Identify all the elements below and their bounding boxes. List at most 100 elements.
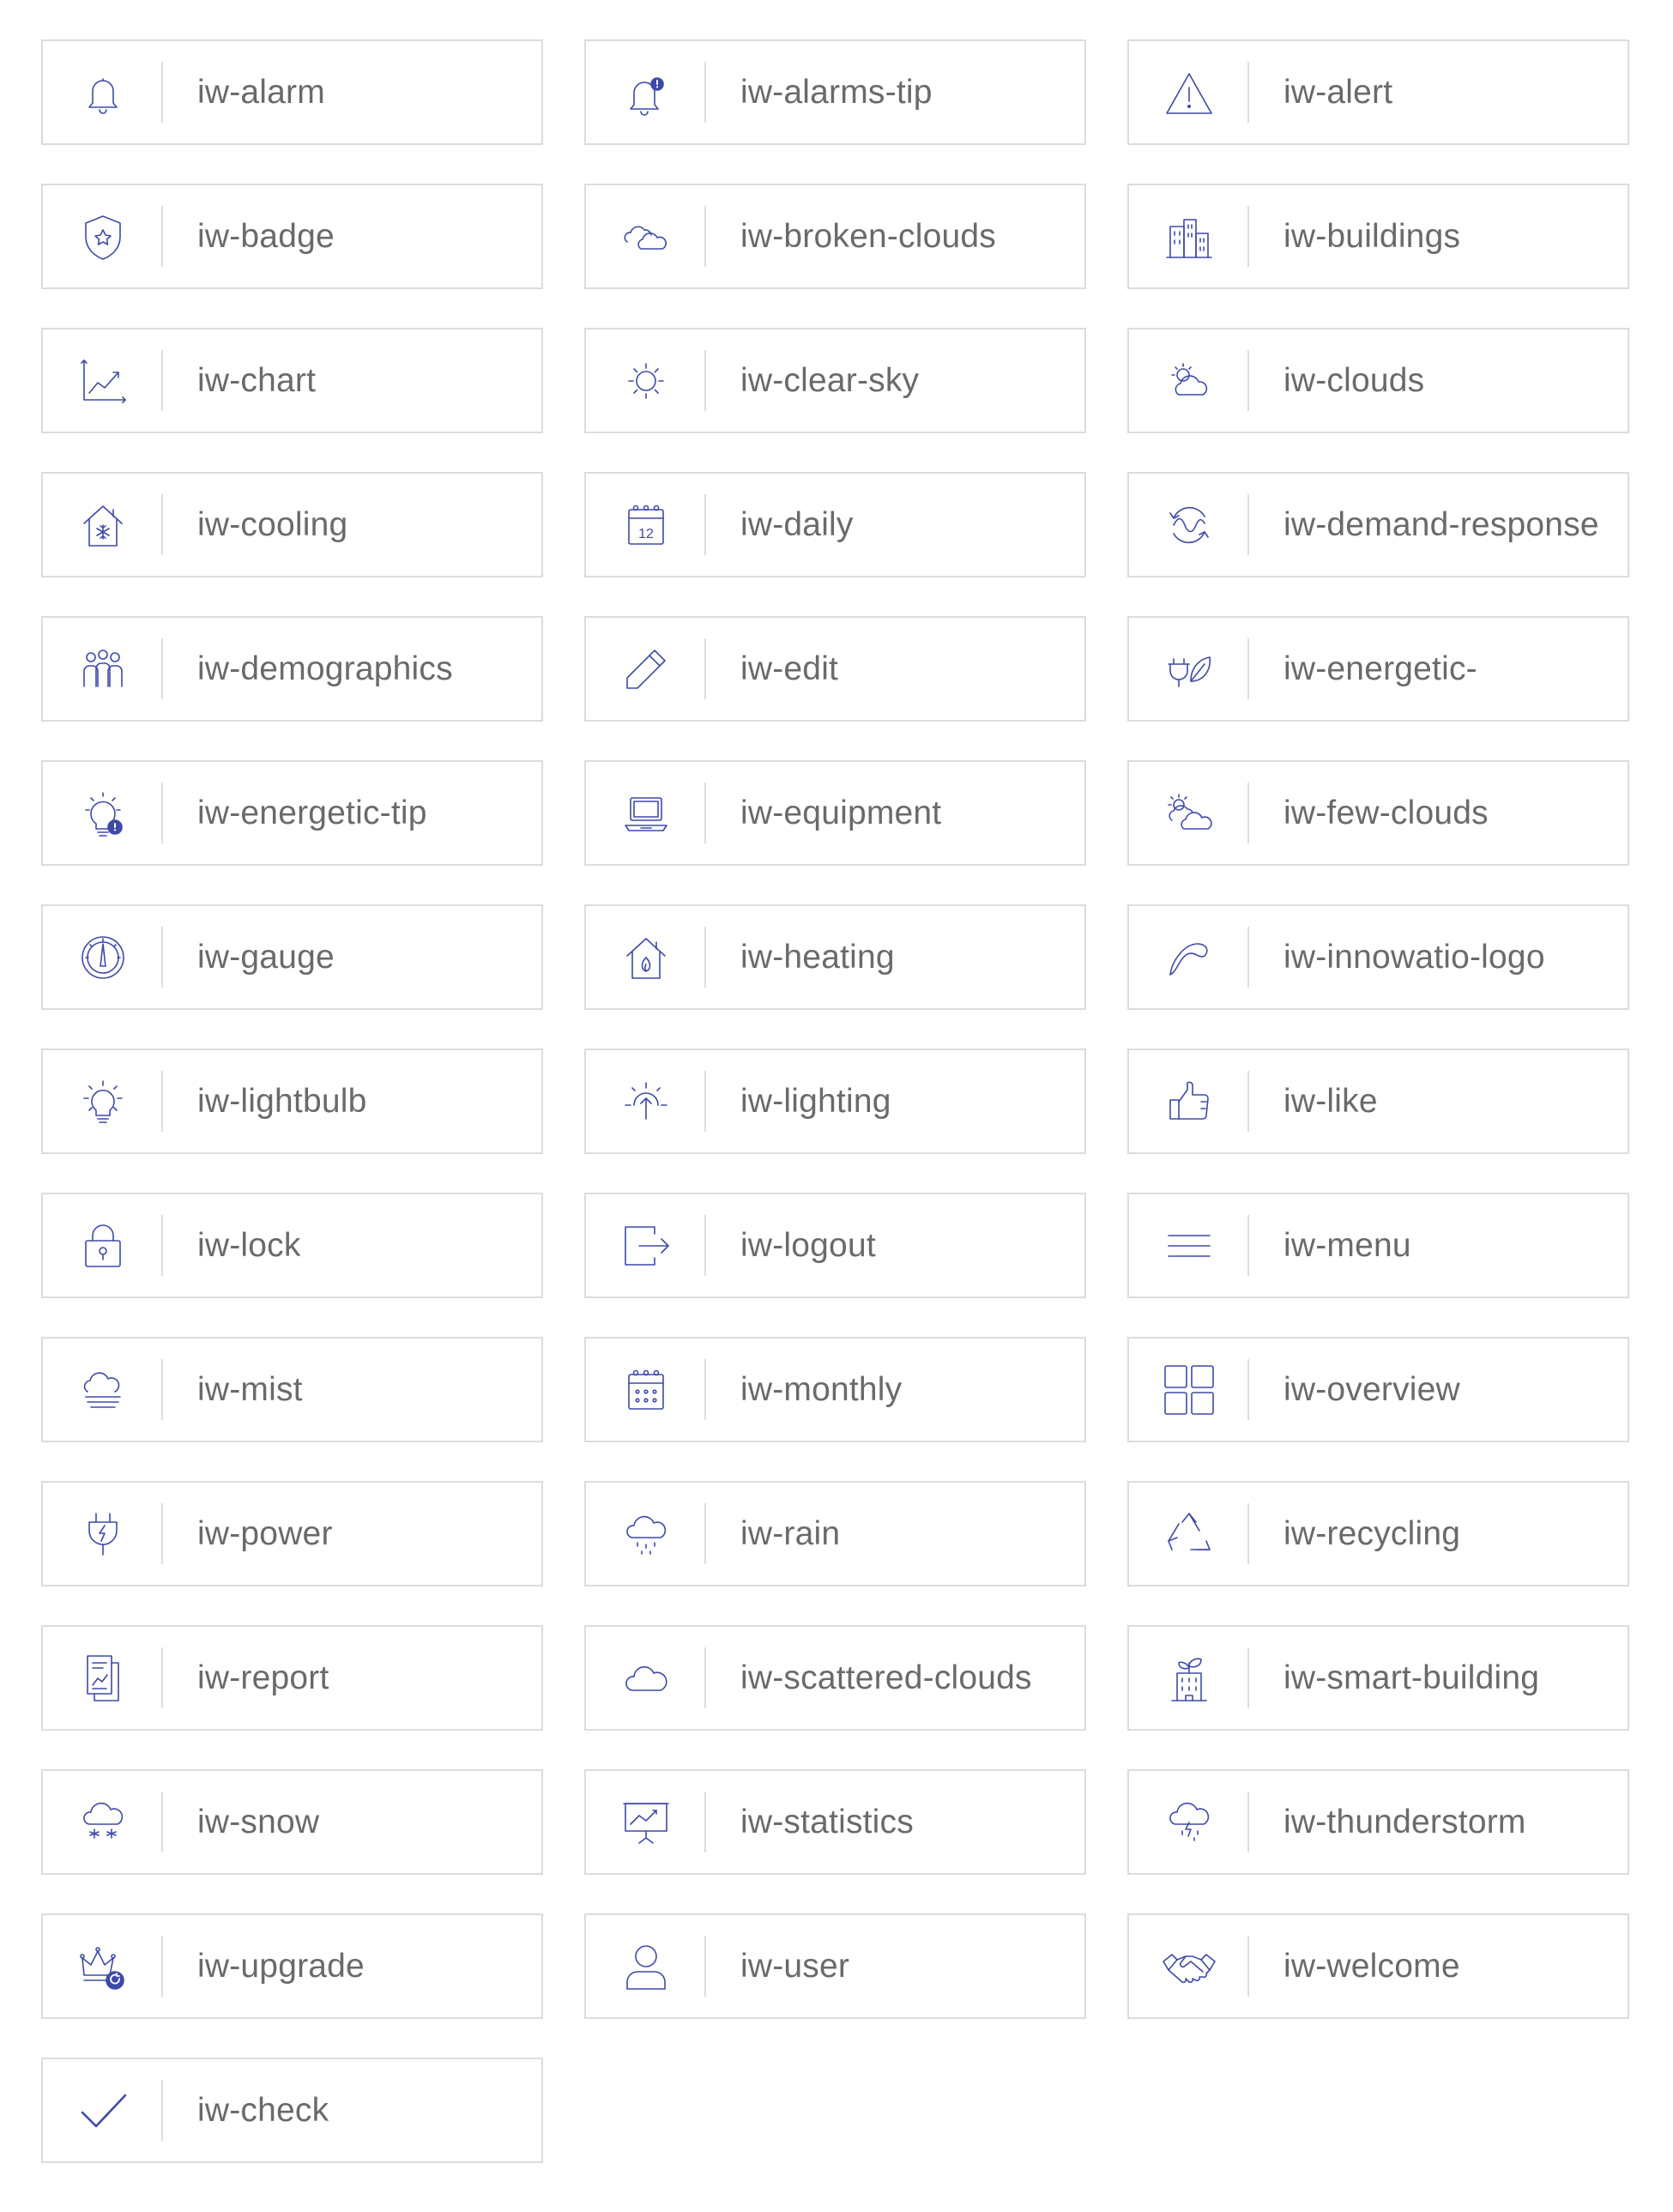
icon-preview (43, 1771, 163, 1873)
icon-label: iw-smart-building (1283, 1659, 1540, 1696)
report-document-icon (72, 1647, 134, 1709)
icon-card-iw-alert[interactable]: iw-alert (1127, 39, 1629, 145)
icon-card-iw-lightbulb[interactable]: iw-lightbulb (41, 1049, 543, 1154)
icon-card-iw-alarms-tip[interactable]: iw-alarms-tip (584, 39, 1086, 145)
mist-cloud-icon (72, 1359, 134, 1421)
icon-card-iw-statistics[interactable]: iw-statistics (584, 1769, 1086, 1875)
icon-preview (586, 1915, 706, 2017)
icon-card-iw-few-clouds[interactable]: iw-few-clouds (1127, 760, 1629, 866)
cloud-icon (615, 1647, 677, 1709)
icon-label: iw-chart (197, 361, 317, 399)
icon-label: iw-clear-sky (740, 361, 920, 399)
icon-preview (43, 1627, 163, 1729)
icon-card-iw-snow[interactable]: iw-snow (41, 1769, 543, 1875)
icon-card-iw-mist[interactable]: iw-mist (41, 1337, 543, 1442)
icon-card-iw-clear-sky[interactable]: iw-clear-sky (584, 328, 1086, 433)
icon-card-iw-buildings[interactable]: iw-buildings (1127, 184, 1629, 289)
icon-preview (1129, 618, 1249, 720)
icon-preview (586, 185, 706, 287)
icon-card-iw-scattered-clouds[interactable]: iw-scattered-clouds (584, 1625, 1086, 1731)
icon-card-iw-smart-building[interactable]: iw-smart-building (1127, 1625, 1629, 1731)
gauge-icon (72, 927, 134, 988)
icon-label: iw-energetic- (1283, 650, 1477, 687)
icon-card-iw-heating[interactable]: iw-heating (584, 904, 1086, 1010)
icon-label: iw-recycling (1283, 1514, 1461, 1552)
icon-card-iw-user[interactable]: iw-user (584, 1913, 1086, 2019)
snow-cloud-icon (72, 1792, 134, 1853)
lightbulb-icon (72, 1071, 134, 1133)
icon-card-iw-logout[interactable]: iw-logout (584, 1193, 1086, 1298)
icon-card-iw-equipment[interactable]: iw-equipment (584, 760, 1086, 866)
icon-label: iw-gauge (197, 938, 335, 976)
icon-preview (43, 185, 163, 287)
icon-card-iw-energetic-tip[interactable]: iw-energetic-tip (41, 760, 543, 866)
icon-card-iw-upgrade[interactable]: iw-upgrade (41, 1913, 543, 2019)
icon-card-iw-daily[interactable]: 12 iw-daily (584, 472, 1086, 577)
icon-label: iw-report (197, 1659, 329, 1696)
icon-label: iw-alarms-tip (740, 73, 933, 111)
icon-card-iw-clouds[interactable]: iw-clouds (1127, 328, 1629, 433)
lock-icon (72, 1215, 134, 1277)
icon-preview (586, 41, 706, 143)
icon-card-iw-edit[interactable]: iw-edit (584, 616, 1086, 722)
icon-preview (586, 1050, 706, 1152)
bell-icon (72, 62, 134, 124)
icon-preview (586, 1771, 706, 1873)
icon-preview (43, 762, 163, 864)
icon-preview (1129, 329, 1249, 432)
presentation-board-icon (615, 1792, 677, 1853)
icon-preview (43, 329, 163, 432)
icon-card-iw-cooling[interactable]: iw-cooling (41, 472, 543, 577)
icon-preview (586, 1483, 706, 1585)
icon-card-iw-lighting[interactable]: iw-lighting (584, 1049, 1086, 1154)
sun-cloud-icon (1158, 350, 1220, 412)
icon-card-iw-energetic-[interactable]: iw-energetic- (1127, 616, 1629, 722)
icon-card-iw-alarm[interactable]: iw-alarm (41, 39, 543, 145)
icon-preview: 12 (586, 474, 706, 576)
icon-card-iw-overview[interactable]: iw-overview (1127, 1337, 1629, 1442)
icon-label: iw-overview (1283, 1370, 1460, 1408)
crown-refresh-icon (72, 1936, 134, 1997)
icon-card-iw-chart[interactable]: iw-chart (41, 328, 543, 433)
icon-card-iw-badge[interactable]: iw-badge (41, 184, 543, 289)
icon-label: iw-check (197, 2091, 329, 2129)
icon-card-iw-monthly[interactable]: iw-monthly (584, 1337, 1086, 1442)
icon-preview (1129, 474, 1249, 576)
icon-card-iw-power[interactable]: iw-power (41, 1481, 543, 1586)
icon-card-iw-like[interactable]: iw-like (1127, 1049, 1629, 1154)
icon-preview (586, 1194, 706, 1296)
icon-card-iw-check[interactable]: iw-check (41, 2058, 543, 2163)
icon-label: iw-energetic-tip (197, 794, 427, 831)
icon-card-iw-thunderstorm[interactable]: iw-thunderstorm (1127, 1769, 1629, 1875)
icon-card-iw-welcome[interactable]: iw-welcome (1127, 1913, 1629, 2019)
icon-label: iw-user (740, 1947, 850, 1985)
icon-preview (1129, 1915, 1249, 2017)
icon-card-iw-recycling[interactable]: iw-recycling (1127, 1481, 1629, 1586)
icon-preview (1129, 1483, 1249, 1585)
icon-card-iw-rain[interactable]: iw-rain (584, 1481, 1086, 1586)
bell-alert-icon (615, 62, 677, 124)
icon-label: iw-lock (197, 1226, 301, 1264)
house-flame-icon (615, 927, 677, 988)
icon-card-iw-lock[interactable]: iw-lock (41, 1193, 543, 1298)
icon-card-iw-innowatio-logo[interactable]: iw-innowatio-logo (1127, 904, 1629, 1010)
icon-card-iw-gauge[interactable]: iw-gauge (41, 904, 543, 1010)
plug-leaf-icon (1158, 638, 1220, 700)
icon-label: iw-daily (740, 505, 854, 543)
icon-preview (586, 618, 706, 720)
icon-card-iw-broken-clouds[interactable]: iw-broken-clouds (584, 184, 1086, 289)
icon-grid: iw-alarm iw-alarms-tip iw-alert iw-badge iw-… (41, 39, 1637, 2163)
thunder-cloud-icon (1158, 1792, 1220, 1853)
icon-card-iw-menu[interactable]: iw-menu (1127, 1193, 1629, 1298)
icon-preview (43, 906, 163, 1008)
icon-preview (1129, 1771, 1249, 1873)
logout-arrow-icon (615, 1215, 677, 1277)
checkmark-icon (72, 2080, 134, 2142)
icon-card-iw-demand-response[interactable]: iw-demand-response (1127, 472, 1629, 577)
icon-label: iw-edit (740, 650, 839, 687)
icon-label: iw-alert (1283, 73, 1393, 111)
icon-card-iw-report[interactable]: iw-report (41, 1625, 543, 1731)
icon-card-iw-demographics[interactable]: iw-demographics (41, 616, 543, 722)
icon-preview (1129, 1194, 1249, 1296)
icon-preview (43, 41, 163, 143)
